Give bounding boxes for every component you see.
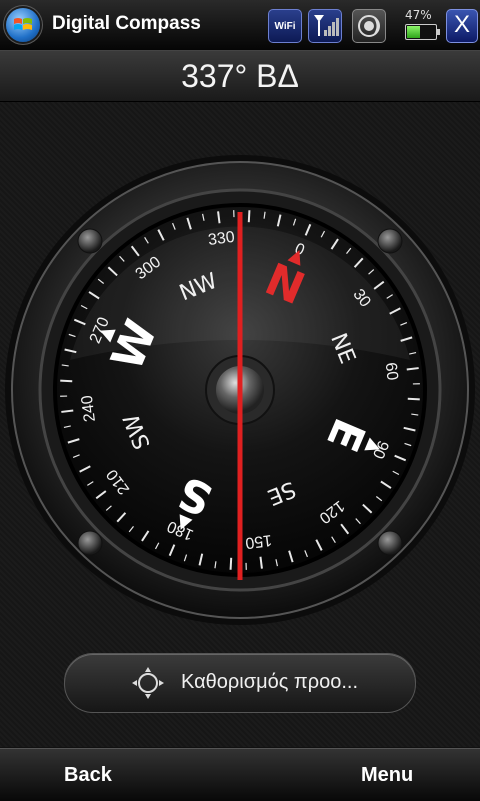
compass-dial[interactable]: 0306090120150180210240270300330 NESW NESE… — [0, 102, 480, 647]
crosshair-icon — [132, 667, 164, 699]
screw-icon — [77, 530, 103, 556]
screw-icon — [377, 530, 403, 556]
menu-softkey[interactable]: Menu — [361, 764, 413, 787]
app-title: Digital Compass — [52, 13, 201, 34]
start-menu-button[interactable] — [6, 8, 40, 42]
speaker-icon[interactable] — [352, 9, 386, 43]
back-softkey[interactable]: Back — [64, 764, 112, 787]
close-button[interactable]: X — [446, 9, 478, 43]
calibrate-button[interactable]: Καθορισμός προο... — [64, 653, 416, 713]
signal-strength-icon[interactable] — [308, 9, 342, 43]
calibrate-label: Καθορισμός προο... — [181, 671, 359, 693]
windows-flag-icon — [14, 18, 32, 30]
heading-needle — [237, 212, 243, 580]
wifi-label: WiFi — [274, 20, 296, 32]
battery-fill — [407, 26, 421, 38]
degree-label: 150 — [244, 531, 273, 551]
battery-percent: 47% — [405, 8, 432, 22]
heading-readout: 337° ΒΔ — [181, 58, 299, 94]
status-bar: Digital Compass WiFi 47% X — [0, 0, 480, 51]
battery-icon[interactable] — [405, 24, 440, 40]
heading-display: 337° ΒΔ — [0, 51, 480, 102]
battery-tip — [437, 29, 440, 35]
degree-label: 240 — [79, 394, 99, 423]
wifi-icon[interactable]: WiFi — [268, 9, 302, 43]
softkey-bar: Back Menu — [0, 748, 480, 801]
degree-label: 60 — [382, 362, 401, 382]
screw-icon — [77, 228, 103, 254]
screw-icon — [377, 228, 403, 254]
